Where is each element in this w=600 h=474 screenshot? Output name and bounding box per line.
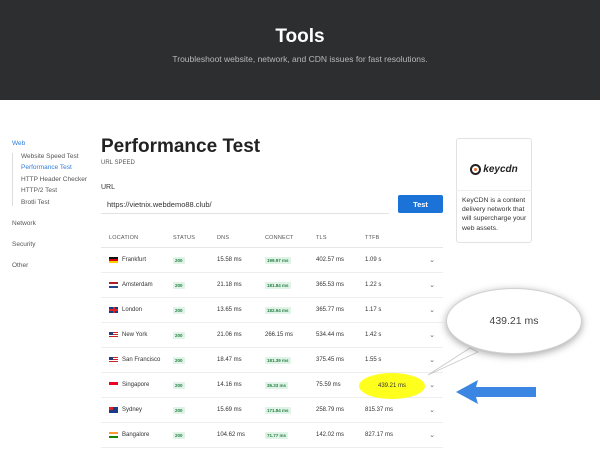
keycdn-logo: keycdn xyxy=(458,156,530,182)
ad-divider xyxy=(456,190,532,191)
callout-value: 439.21 ms xyxy=(489,315,539,327)
keycdn-logo-icon xyxy=(470,163,482,175)
arrow-left-icon xyxy=(456,380,536,404)
keycdn-logo-text: keycdn xyxy=(483,163,518,175)
ad-description: KeyCDN is a content delivery network tha… xyxy=(462,197,527,232)
